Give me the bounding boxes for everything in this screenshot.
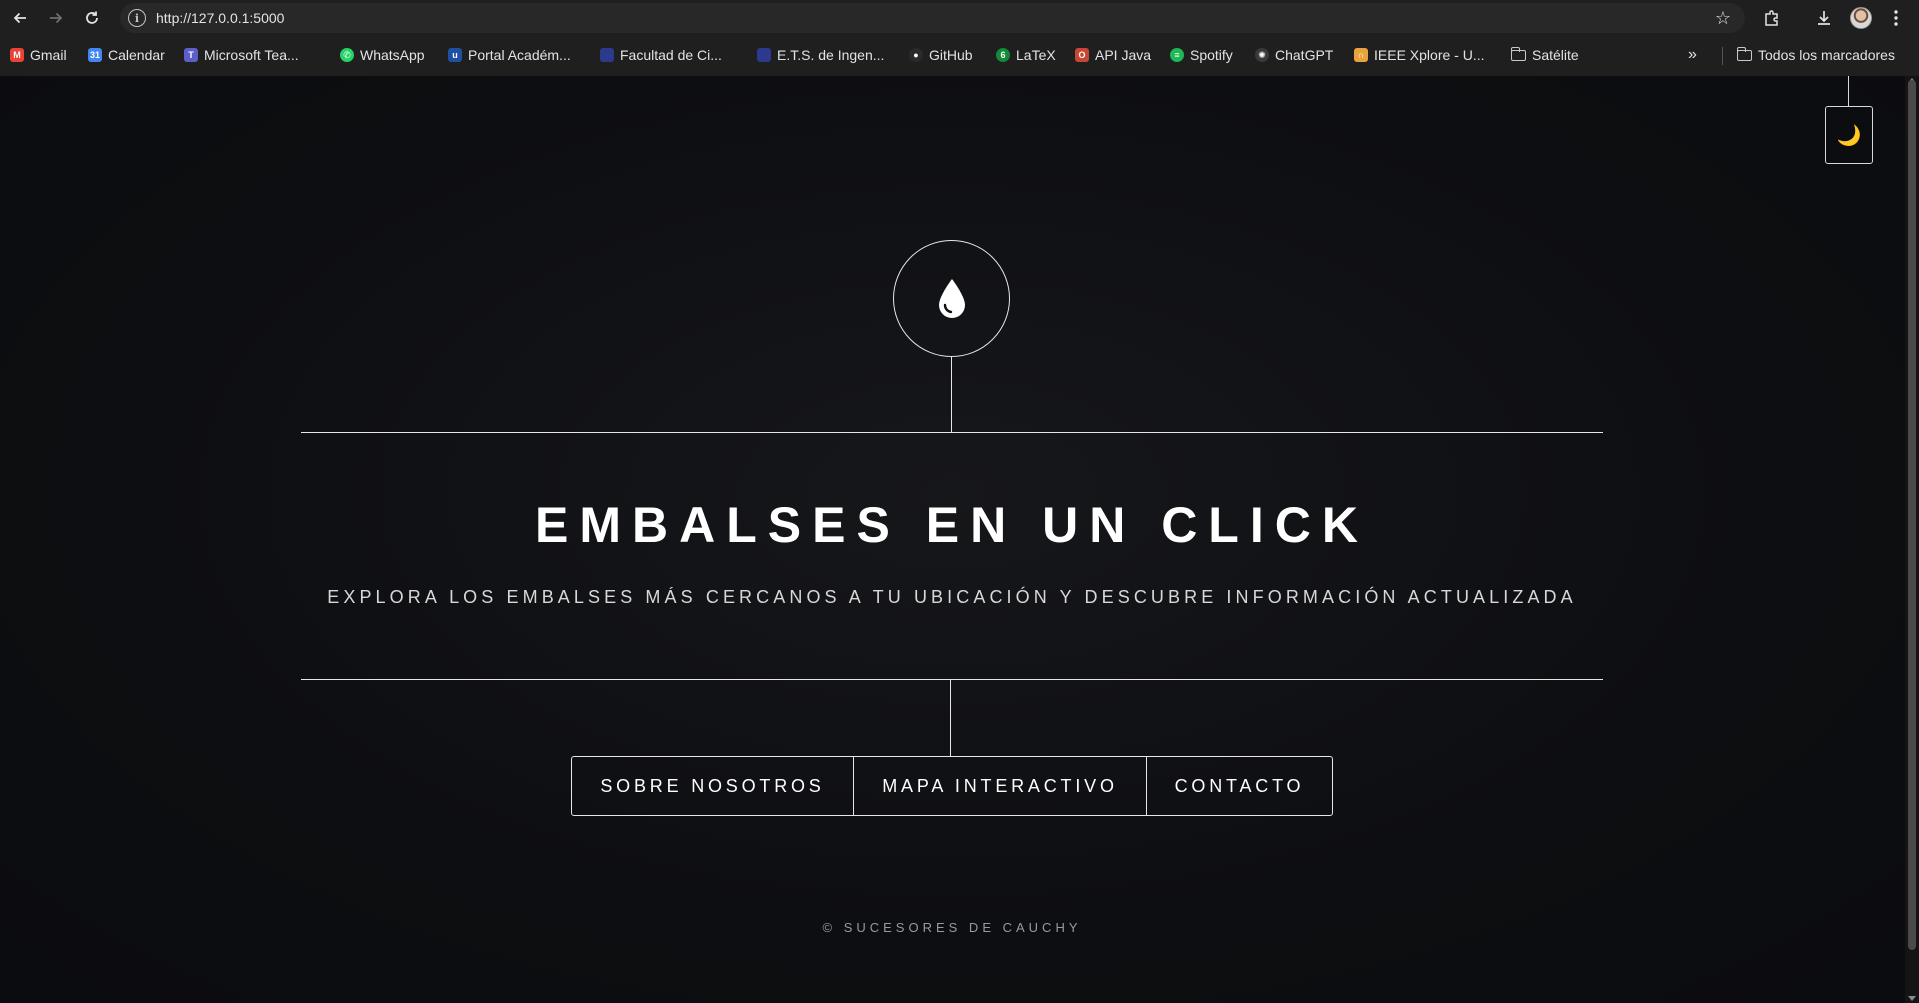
bookmark-facultad[interactable]: Facultad de Ci... — [600, 46, 722, 64]
bookmark-label: Spotify — [1190, 47, 1233, 63]
folder-icon — [1510, 46, 1526, 61]
moon-icon: 🌙 — [1836, 124, 1862, 147]
bookmark-portal[interactable]: u Portal Académ... — [448, 46, 571, 64]
bookmarks-separator — [1722, 47, 1723, 65]
extensions-icon[interactable] — [1760, 6, 1784, 30]
url-text: http://127.0.0.1:5000 — [156, 10, 285, 26]
bottom-divider — [301, 679, 1603, 680]
bookmark-label: ChatGPT — [1275, 47, 1334, 63]
bookmark-label: API Java — [1095, 47, 1152, 63]
bookmark-whatsapp[interactable]: ✆ WhatsApp — [340, 46, 425, 64]
bookmark-calendar[interactable]: 31 Calendar — [88, 46, 165, 64]
top-divider — [301, 432, 1603, 433]
github-icon: ● — [909, 48, 923, 62]
bookmark-spotify[interactable]: ≡ Spotify — [1170, 46, 1233, 64]
spotify-icon: ≡ — [1170, 48, 1184, 62]
bookmarks-overflow-button[interactable]: » — [1688, 46, 1697, 64]
water-drop-icon — [938, 278, 965, 318]
profile-avatar[interactable] — [1850, 7, 1872, 29]
bookmark-ieee[interactable]: ∩ IEEE Xplore - U... — [1354, 46, 1484, 64]
toggle-hanger-line — [1848, 76, 1849, 106]
address-bar[interactable]: i http://127.0.0.1:5000 ☆ — [120, 3, 1745, 33]
theme-toggle-button[interactable]: 🌙 — [1825, 106, 1873, 164]
site-info-icon[interactable]: i — [128, 9, 146, 27]
bookmark-overleaf[interactable]: 6 LaTeX — [996, 46, 1056, 64]
bookmark-label: E.T.S. de Ingen... — [777, 47, 885, 63]
facultad-icon — [600, 48, 614, 62]
download-icon[interactable] — [1812, 6, 1836, 30]
bookmark-star-icon[interactable]: ☆ — [1715, 8, 1731, 28]
overflow-chevron-icon: » — [1688, 46, 1697, 63]
teams-icon: T — [184, 48, 198, 62]
bookmark-label: Satélite — [1532, 47, 1579, 63]
bookmark-ets[interactable]: E.T.S. de Ingen... — [757, 46, 884, 64]
ets-icon — [757, 48, 771, 62]
back-icon[interactable] — [7, 6, 33, 30]
about-us-button[interactable]: SOBRE NOSOTROS — [572, 757, 853, 815]
folder-icon — [1736, 46, 1752, 61]
oracle-icon: O — [1075, 48, 1089, 62]
buttons-connector-line — [950, 680, 951, 756]
bookmarks-bar: Todos los marcadores » M Gmail 31 Calendar T… — [0, 38, 1919, 72]
bookmark-label: IEEE Xplore - U... — [1374, 47, 1485, 63]
contact-button[interactable]: CONTACTO — [1146, 757, 1332, 815]
bookmark-github[interactable]: ● GitHub — [909, 46, 973, 64]
bookmark-label: LaTeX — [1016, 47, 1056, 63]
bookmark-chatgpt[interactable]: ✺ ChatGPT — [1255, 46, 1333, 64]
browser-toolbar: i http://127.0.0.1:5000 ☆ — [0, 0, 1919, 36]
page-title: EMBALSES EN UN CLICK — [535, 497, 1369, 553]
circle-connector-line — [951, 357, 952, 432]
bookmark-label: Portal Académ... — [468, 47, 571, 63]
bookmark-label: GitHub — [929, 47, 973, 63]
page-subtitle: EXPLORA LOS EMBALSES MÁS CERCANOS A TU U… — [327, 587, 1577, 607]
all-bookmarks-folder[interactable]: Todos los marcadores — [1736, 46, 1895, 64]
bookmark-label: Microsoft Tea... — [204, 47, 299, 63]
bookmark-teams[interactable]: T Microsoft Tea... — [184, 46, 299, 64]
gmail-icon: M — [10, 48, 24, 62]
footer-copyright: © SUCESORES DE CAUCHY — [822, 920, 1082, 935]
portal-icon: u — [448, 48, 462, 62]
ieee-icon: ∩ — [1354, 48, 1368, 62]
nav-button-group: SOBRE NOSOTROS MAPA INTERACTIVO CONTACTO — [571, 756, 1333, 816]
calendar-icon: 31 — [88, 48, 102, 62]
bookmark-label: WhatsApp — [360, 47, 425, 63]
bookmark-gmail[interactable]: M Gmail — [10, 46, 67, 64]
page-scrollbar[interactable] — [1905, 76, 1919, 1003]
forward-icon[interactable] — [43, 6, 69, 30]
bookmark-label: Calendar — [108, 47, 165, 63]
bookmark-label: Facultad de Ci... — [620, 47, 722, 63]
bookmark-folder[interactable]: Satélite — [1510, 46, 1579, 64]
logo-circle — [893, 240, 1010, 357]
interactive-map-button[interactable]: MAPA INTERACTIVO — [853, 757, 1146, 815]
chatgpt-icon: ✺ — [1255, 48, 1269, 62]
overleaf-icon: 6 — [996, 48, 1010, 62]
whatsapp-icon: ✆ — [340, 48, 354, 62]
scroll-down-arrow-icon[interactable] — [1908, 996, 1916, 1001]
bookmark-label: Gmail — [30, 47, 67, 63]
browser-chrome: i http://127.0.0.1:5000 ☆ Todos los marc… — [0, 0, 1919, 76]
kebab-menu-icon[interactable] — [1884, 6, 1908, 30]
all-bookmarks-label: Todos los marcadores — [1758, 47, 1895, 63]
scroll-thumb[interactable] — [1908, 80, 1916, 950]
bookmark-oracle[interactable]: O API Java — [1075, 46, 1151, 64]
page-content: 🌙 EMBALSES EN UN CLICK EXPLORA LOS EMBAL… — [0, 76, 1905, 1003]
reload-icon[interactable] — [79, 6, 105, 30]
